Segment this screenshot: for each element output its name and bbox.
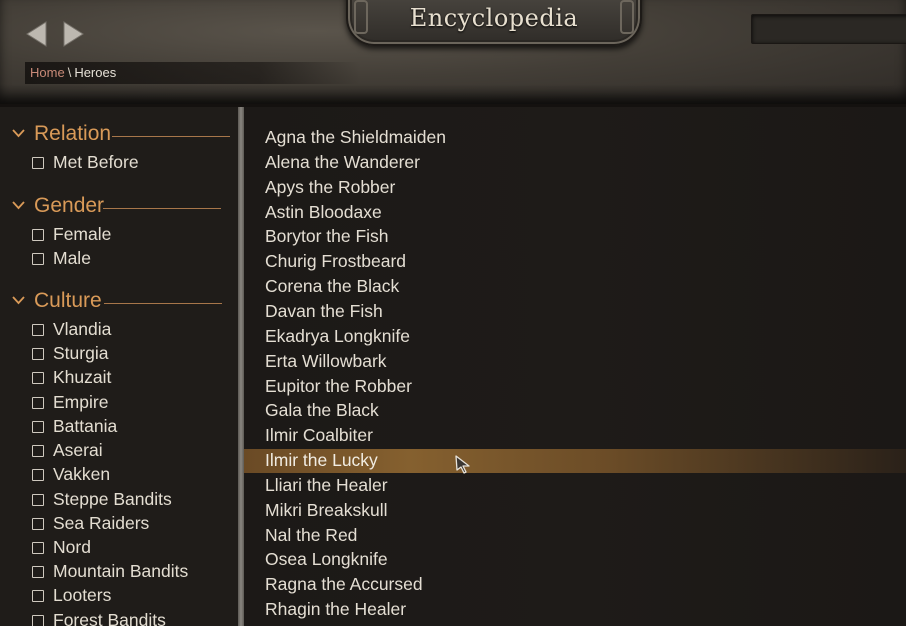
hero-name: Eupitor the Robber: [265, 375, 412, 396]
filter-option-label: Female: [53, 224, 112, 244]
divider: [104, 303, 222, 304]
hero-list-item[interactable]: Astin Bloodaxe: [244, 201, 906, 225]
checkbox-unchecked-icon[interactable]: [32, 566, 44, 578]
breadcrumb-home-link[interactable]: Home: [30, 65, 65, 80]
breadcrumb: Home \ Heroes: [25, 62, 360, 84]
filter-option-label: Aserai: [53, 440, 103, 460]
filter-group-title: Gender: [34, 194, 105, 217]
hero-name: Ilmir the Lucky: [265, 450, 378, 471]
checkbox-unchecked-icon[interactable]: [32, 253, 44, 265]
hero-name: Erta Willowbark: [265, 350, 387, 371]
forward-arrow-icon[interactable]: [60, 20, 86, 48]
hero-name: Osea Longknife: [265, 549, 388, 570]
filter-option-label: Sturgia: [53, 343, 109, 363]
hero-name: Gala the Black: [265, 400, 379, 421]
hero-list-item[interactable]: Lliari the Healer: [244, 474, 906, 498]
title-plate: Encyclopedia: [346, 0, 642, 46]
filter-option-label: Vlandia: [53, 319, 112, 339]
checkbox-unchecked-icon[interactable]: [32, 590, 44, 602]
chevron-down-icon: [12, 296, 25, 305]
hero-name: Corena the Black: [265, 276, 400, 297]
hero-name: Borytor the Fish: [265, 226, 389, 247]
filter-option-label: Nord: [53, 537, 91, 557]
hero-list-item[interactable]: Gala the Black: [244, 399, 906, 423]
hero-name: Rhagin the Healer: [265, 599, 407, 620]
checkbox-unchecked-icon[interactable]: [32, 518, 44, 530]
filter-group-title: Relation: [34, 122, 112, 145]
breadcrumb-separator: \: [67, 65, 72, 80]
checkbox-unchecked-icon[interactable]: [32, 157, 44, 169]
hero-list-item[interactable]: Nal the Red: [244, 524, 906, 548]
checkbox-unchecked-icon[interactable]: [32, 348, 44, 360]
hero-name: Apys the Robber: [265, 176, 396, 197]
hero-list-item[interactable]: Erta Willowbark: [244, 350, 906, 374]
divider: [103, 208, 221, 209]
hero-list-item[interactable]: Ragna the Accursed: [244, 573, 906, 597]
hero-name: Alena the Wanderer: [265, 151, 420, 172]
hero-list-item[interactable]: Alena the Wanderer: [244, 151, 906, 175]
hero-name: Mikri Breakskull: [265, 499, 388, 520]
filter-option-label: Male: [53, 248, 91, 268]
hero-list-item[interactable]: Osea Longknife: [244, 548, 906, 572]
filter-group-title: Culture: [34, 289, 102, 312]
checkbox-unchecked-icon[interactable]: [32, 421, 44, 433]
checkbox-unchecked-icon[interactable]: [32, 372, 44, 384]
hero-list-item[interactable]: Davan the Fish: [244, 300, 906, 324]
filter-option-label: Empire: [53, 392, 109, 412]
hero-list-item[interactable]: Churig Frostbeard: [244, 250, 906, 274]
checkbox-unchecked-icon[interactable]: [32, 615, 44, 626]
hero-list-item[interactable]: Apys the Robber: [244, 176, 906, 200]
filter-option-label: Mountain Bandits: [53, 561, 189, 581]
hero-name: Lliari the Healer: [265, 474, 388, 495]
checkbox-unchecked-icon[interactable]: [32, 494, 44, 506]
filter-option-label: Looters: [53, 585, 112, 605]
filter-option-label: Vakken: [53, 464, 111, 484]
chevron-down-icon: [12, 201, 25, 210]
checkbox-unchecked-icon[interactable]: [32, 397, 44, 409]
filter-option-label: Sea Raiders: [53, 513, 150, 533]
filter-option-label: Khuzait: [53, 367, 112, 387]
hero-name: Astin Bloodaxe: [265, 201, 382, 222]
hero-list-item[interactable]: Agna the Shieldmaiden: [244, 126, 906, 150]
hero-list-item[interactable]: Mikri Breakskull: [244, 499, 906, 523]
hero-list-item[interactable]: Corena the Black: [244, 275, 906, 299]
mouse-pointer-icon: [455, 455, 470, 474]
hero-name: Ragna the Accursed: [265, 574, 423, 595]
checkbox-unchecked-icon[interactable]: [32, 542, 44, 554]
hero-name: Nal the Red: [265, 524, 358, 545]
hero-list: Agna the Shieldmaiden Alena the Wanderer A…: [244, 107, 906, 626]
hero-list-item[interactable]: Ilmir Coalbiter: [244, 424, 906, 448]
encyclopedia-header: Encyclopedia Home \ Heroes: [0, 0, 906, 107]
checkbox-unchecked-icon[interactable]: [32, 445, 44, 457]
back-arrow-icon[interactable]: [24, 20, 50, 48]
checkbox-unchecked-icon[interactable]: [32, 469, 44, 481]
filter-option-label: Steppe Bandits: [53, 489, 172, 509]
hero-name: Churig Frostbeard: [265, 251, 407, 272]
hero-list-item[interactable]: Rhagin the Healer: [244, 598, 906, 622]
checkbox-unchecked-icon[interactable]: [32, 324, 44, 336]
hero-name: Agna the Shieldmaiden: [265, 127, 446, 147]
breadcrumb-current: Heroes: [74, 65, 117, 80]
page-title: Encyclopedia: [409, 4, 579, 32]
hero-name: Ilmir Coalbiter: [265, 425, 373, 446]
checkbox-unchecked-icon[interactable]: [32, 229, 44, 241]
hero-name: Ekadrya Longknife: [265, 325, 410, 346]
chevron-down-icon: [12, 129, 25, 138]
filter-sidebar: Relation Met Before Gender Female Male Cultur…: [0, 107, 238, 626]
hero-list-item[interactable]: Ekadrya Longknife: [244, 325, 906, 349]
filter-option-label: Forest Bandits: [53, 610, 166, 626]
hero-list-item[interactable]: Eupitor the Robber: [244, 375, 906, 399]
hero-list-item-selected[interactable]: Ilmir the Lucky: [244, 449, 906, 474]
filter-option-label: Battania: [53, 416, 118, 436]
divider: [112, 136, 230, 137]
search-input[interactable]: [751, 14, 906, 44]
hero-list-item[interactable]: Borytor the Fish: [244, 225, 906, 249]
filter-option-label: Met Before: [53, 152, 139, 172]
hero-name: Davan the Fish: [265, 300, 383, 321]
